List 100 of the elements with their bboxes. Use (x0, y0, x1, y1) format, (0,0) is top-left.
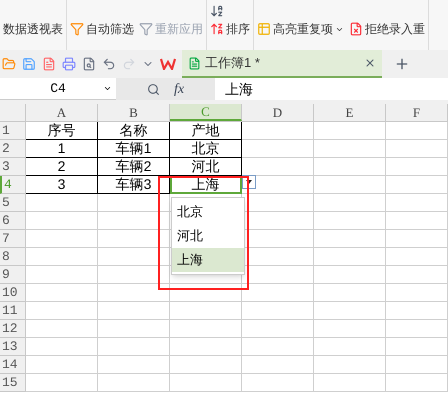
row-header[interactable]: 7 (0, 230, 26, 248)
row-header[interactable]: 9 (0, 266, 26, 284)
table-cell: 1 (26, 140, 98, 158)
ribbon-button[interactable]: 数据透视表 (3, 20, 63, 38)
dropdown-item[interactable]: 河北 (172, 224, 244, 248)
grid-icon (257, 22, 271, 36)
table-cell: 序号 (26, 122, 98, 140)
empty-cell (242, 302, 314, 320)
reject-icon (349, 22, 363, 36)
table-cell: 车辆3 (98, 176, 170, 194)
empty-cell (386, 284, 448, 302)
table-cell: 车辆2 (98, 158, 170, 176)
ribbon-button[interactable]: 高亮重复项 (257, 20, 344, 38)
fx-label[interactable]: fx (174, 78, 184, 100)
empty-cell (242, 140, 314, 158)
printer-icon[interactable] (62, 57, 76, 71)
empty-cell (98, 320, 170, 338)
table-cell: 上海 (170, 176, 242, 194)
table-cell: 河北 (170, 158, 242, 176)
empty-cell (386, 356, 448, 374)
table-cell: 车辆1 (98, 140, 170, 158)
row-header[interactable]: 6 (0, 212, 26, 230)
empty-cell (314, 374, 386, 392)
empty-cell (170, 338, 242, 356)
folder-icon[interactable] (2, 57, 16, 71)
tab-title: 工作簿1 * (205, 54, 260, 72)
empty-cell (386, 302, 448, 320)
empty-cell (170, 374, 242, 392)
search-icon[interactable] (146, 82, 160, 96)
row-header[interactable]: 10 (0, 284, 26, 302)
empty-cell (386, 212, 448, 230)
table-cell: 产地 (170, 122, 242, 140)
column-header[interactable]: E (314, 104, 386, 121)
empty-cell (242, 374, 314, 392)
row-header[interactable]: 5 (0, 194, 26, 212)
formula-field[interactable]: 上海 (215, 78, 448, 100)
row-header[interactable]: 13 (0, 338, 26, 356)
row-header[interactable]: 15 (0, 374, 26, 392)
sort-icon (210, 4, 224, 18)
table-cell: 名称 (98, 122, 170, 140)
caret-icon (103, 84, 112, 93)
empty-cell (98, 338, 170, 356)
row-header[interactable]: 11 (0, 302, 26, 320)
sheet-icon (188, 56, 201, 70)
empty-cell (314, 284, 386, 302)
caret-icon (246, 180, 252, 184)
empty-cell (386, 374, 448, 392)
save-icon[interactable] (22, 57, 36, 71)
empty-cell (170, 356, 242, 374)
empty-cell (314, 266, 386, 284)
undo-icon[interactable] (102, 57, 116, 71)
empty-cell (386, 194, 448, 212)
column-header[interactable]: F (386, 104, 448, 121)
preview-icon[interactable] (82, 57, 96, 71)
ribbon-button[interactable]: 排序 (210, 20, 250, 38)
empty-cell (386, 320, 448, 338)
empty-cell (386, 266, 448, 284)
empty-cell (98, 374, 170, 392)
filter-icon (139, 22, 153, 36)
empty-cell (386, 230, 448, 248)
empty-cell (242, 338, 314, 356)
empty-cell (98, 302, 170, 320)
empty-cell (170, 302, 242, 320)
row-header[interactable]: 1 (0, 122, 26, 140)
ribbon-button[interactable]: 自动筛选 (70, 20, 134, 38)
table-cell: 2 (26, 158, 98, 176)
document-icon[interactable] (42, 57, 56, 71)
row-header[interactable]: 8 (0, 248, 26, 266)
empty-cell (386, 140, 448, 158)
ribbon-button[interactable]: 拒绝录入重 (349, 20, 425, 38)
empty-cell (314, 212, 386, 230)
empty-cell (170, 320, 242, 338)
table-cell: 北京 (170, 140, 242, 158)
empty-cell (314, 158, 386, 176)
table-cell: 3 (26, 176, 98, 194)
dropdown-item[interactable]: 上海 (172, 248, 244, 272)
empty-cell (314, 176, 386, 194)
document-tab[interactable]: 工作簿1 * (182, 50, 382, 78)
dropdown-item[interactable]: 北京 (172, 200, 244, 224)
empty-cell (386, 158, 448, 176)
column-header[interactable]: D (242, 104, 314, 121)
sort-icon (210, 22, 224, 36)
name-box[interactable]: C4 (0, 78, 116, 100)
row-header[interactable]: 12 (0, 320, 26, 338)
row-header[interactable]: 3 (0, 158, 26, 176)
row-header[interactable]: 14 (0, 356, 26, 374)
empty-cell (314, 248, 386, 266)
empty-cell (242, 320, 314, 338)
empty-cell (242, 356, 314, 374)
empty-cell (386, 338, 448, 356)
empty-cell (98, 356, 170, 374)
empty-cell (98, 284, 170, 302)
empty-cell (314, 194, 386, 212)
row-header[interactable]: 2 (0, 140, 26, 158)
empty-cell (314, 140, 386, 158)
close-icon[interactable] (364, 57, 376, 69)
add-tab-icon[interactable] (394, 56, 410, 72)
column-header[interactable]: A (26, 104, 98, 121)
logo-icon[interactable] (160, 58, 176, 70)
empty-cell (170, 284, 242, 302)
